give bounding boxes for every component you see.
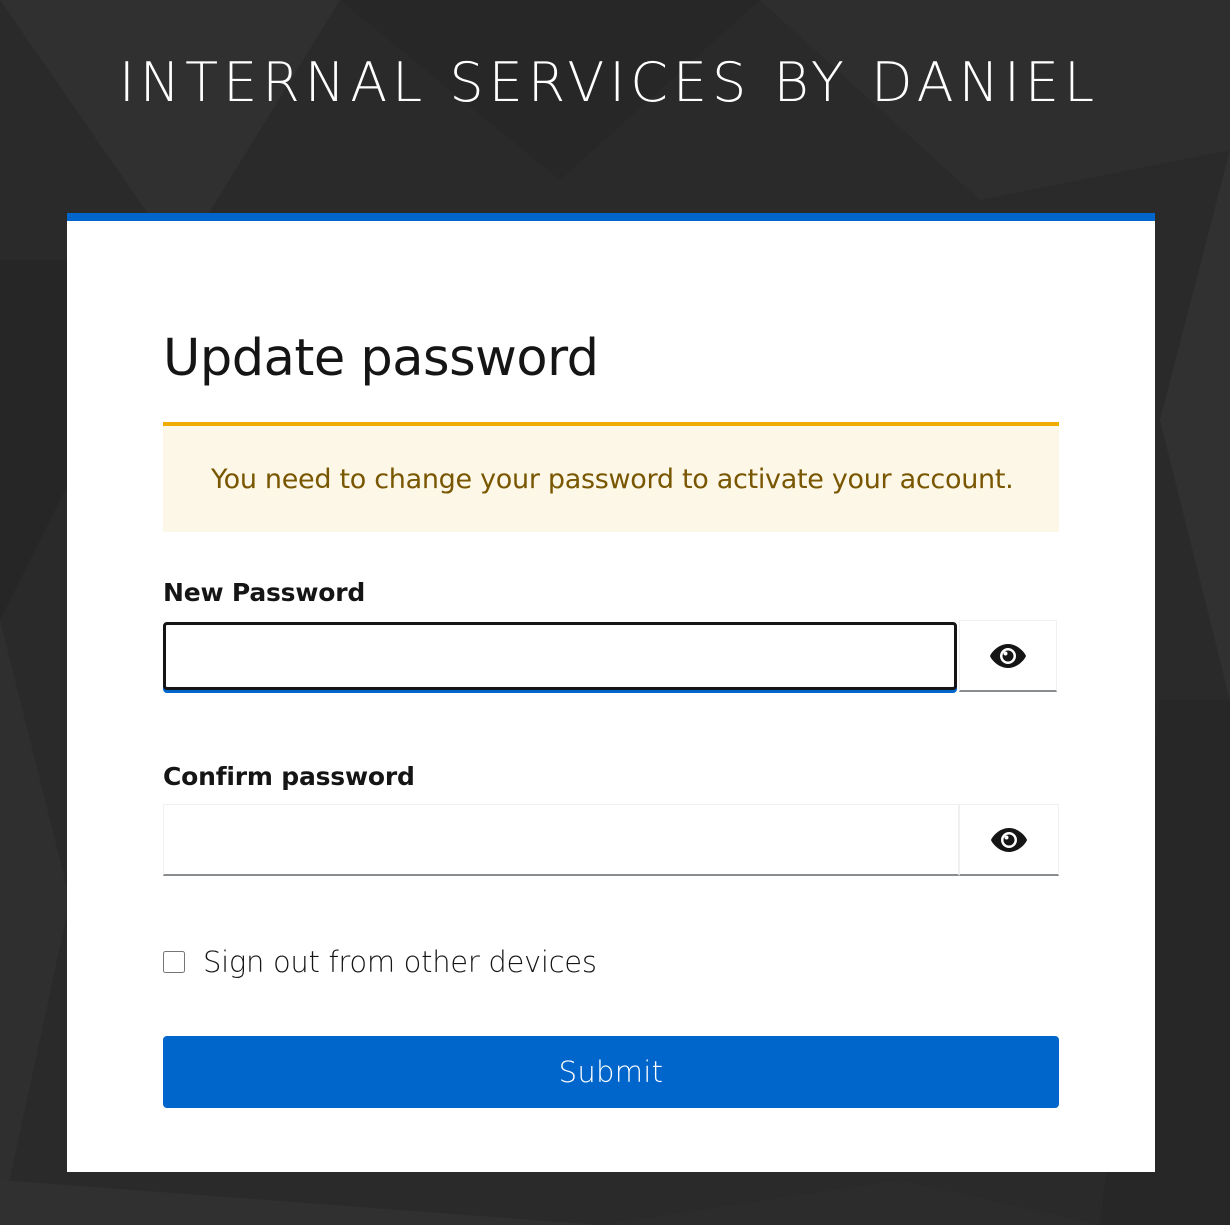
warning-alert-message: You need to change your password to acti…	[211, 463, 1014, 495]
logout-sessions-checkbox[interactable]	[163, 951, 185, 973]
new-password-label: New Password	[163, 578, 366, 607]
show-new-password-button[interactable]	[959, 620, 1057, 692]
confirm-password-group	[163, 804, 1059, 876]
login-card: Update password You need to change your …	[67, 213, 1155, 1172]
confirm-password-input[interactable]	[163, 804, 959, 876]
logout-sessions-row: Sign out from other devices	[163, 945, 597, 979]
new-password-input[interactable]	[163, 622, 957, 690]
confirm-password-label: Confirm password	[163, 762, 415, 791]
new-password-group	[163, 620, 1059, 692]
page-title: Update password	[163, 329, 599, 388]
logout-sessions-label[interactable]: Sign out from other devices	[203, 945, 597, 979]
realm-title: INTERNAL SERVICES BY DANIEL	[118, 51, 1100, 114]
warning-alert: You need to change your password to acti…	[163, 422, 1059, 532]
show-confirm-password-button[interactable]	[959, 804, 1059, 876]
submit-button[interactable]: Submit	[163, 1036, 1059, 1108]
eye-icon	[991, 827, 1027, 852]
eye-icon	[990, 643, 1026, 668]
